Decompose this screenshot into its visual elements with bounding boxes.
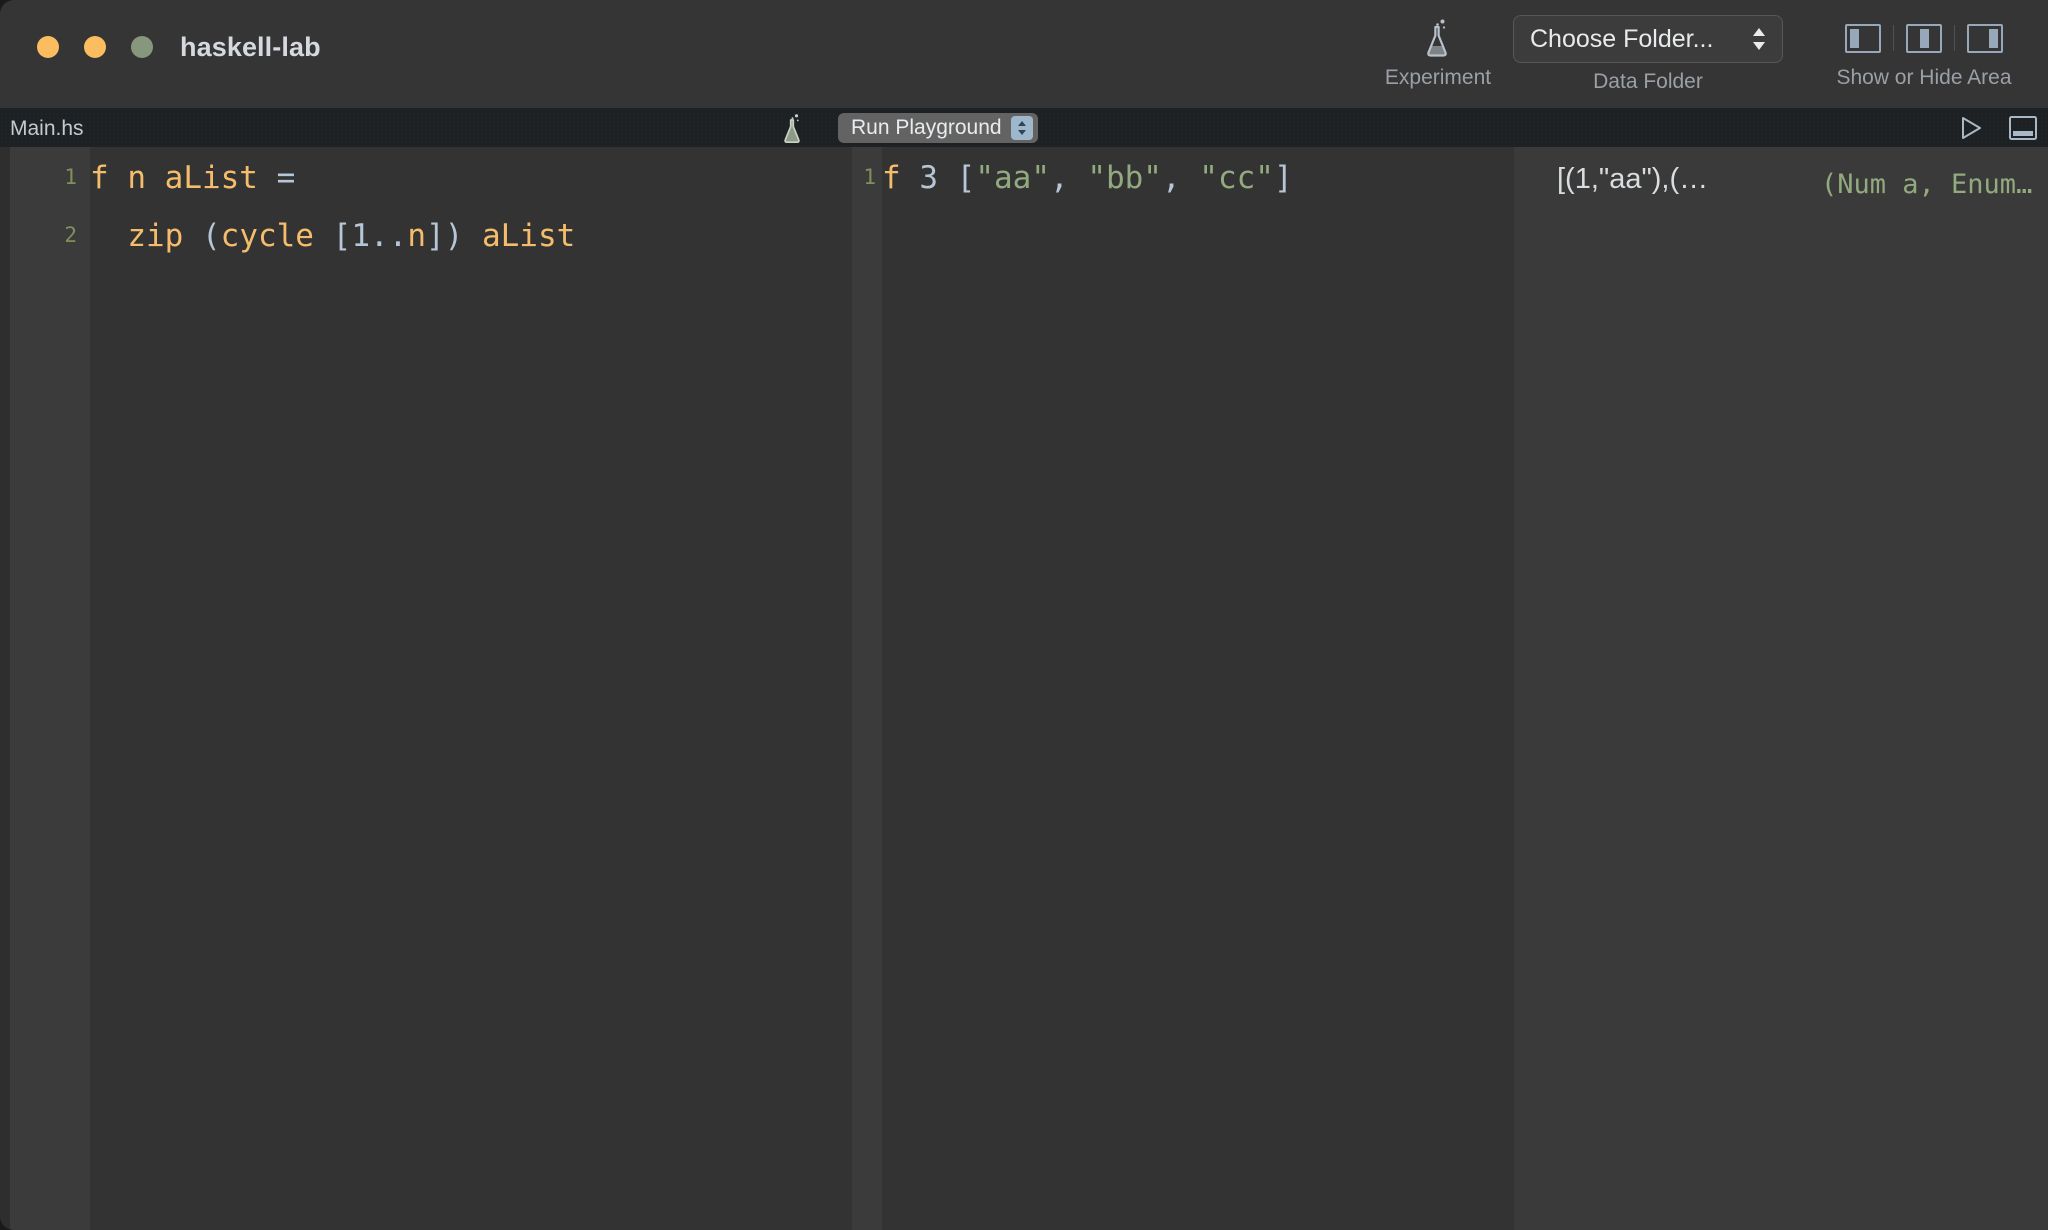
code-token: zip [90, 218, 202, 254]
run-playground-label: Run Playground [851, 116, 1002, 139]
toolbar-group-show-hide-area: Show or Hide Area [1800, 17, 2048, 90]
playground-line-numbers: 1 [852, 147, 882, 223]
chevron-up-down-icon [1748, 24, 1770, 54]
flask-icon[interactable] [1423, 17, 1453, 59]
pane-divider-playground-results[interactable] [1452, 147, 1514, 1230]
code-line: f n aList = [90, 160, 752, 218]
result-row: [(1,"aa"),(… (Num a, Enum… [1514, 147, 2048, 211]
pane-divider-editor-playground[interactable] [752, 147, 852, 1230]
result-type[interactable]: (Num a, Enum… [1821, 169, 2032, 200]
code-token: cycle [220, 218, 333, 254]
code-token: f n aList [90, 160, 277, 196]
data-folder-selected-value: Choose Folder... [1530, 24, 1714, 53]
workspace-panes: 12 f n aList = zip (cycle [1.. n]) aList … [0, 147, 2048, 1230]
data-folder-select[interactable]: Choose Folder... [1513, 15, 1783, 63]
experiment-label: Experiment [1384, 66, 1492, 89]
app-window: haskell-lab Experiment Choose Folder... [0, 0, 2048, 1230]
line-number: 1 [863, 165, 876, 189]
playground-code-area[interactable]: f 3 ["aa", "bb", "cc"] [882, 147, 1452, 1230]
traffic-light-group [37, 36, 153, 58]
code-token: , [1049, 160, 1088, 196]
line-number: 2 [64, 223, 77, 247]
tab-main-hs[interactable]: Main.hs [10, 117, 84, 141]
line-number: 1 [64, 165, 77, 189]
code-line: f 3 ["aa", "bb", "cc"] [882, 160, 1452, 218]
zoom-window-button[interactable] [131, 36, 153, 58]
show-hide-area-label: Show or Hide Area [1836, 66, 2012, 89]
source-editor-pane: 12 f n aList = zip (cycle [1.. n]) aList [0, 147, 752, 1230]
code-token: .. [369, 218, 408, 254]
code-token: [ [938, 160, 976, 196]
toolbar-group-data-folder: Choose Folder... Data Folder [1513, 15, 1783, 94]
code-line: zip (cycle [1.. n]) aList [90, 218, 752, 276]
editor-code-lines: f n aList = zip (cycle [1.. n]) aList [90, 147, 752, 276]
editor-line-numbers: 12 [0, 147, 90, 281]
result-value[interactable]: [(1,"aa"),(… [1557, 163, 1708, 196]
results-pane: [(1,"aa"),(… (Num a, Enum… [1514, 147, 2048, 1230]
code-token: ] [1273, 160, 1293, 196]
window-title: haskell-lab [180, 32, 321, 62]
code-token: "aa" [975, 160, 1050, 196]
toggle-right-panel-icon[interactable] [1955, 17, 2015, 59]
tabbar-right-controls [1954, 112, 2040, 143]
code-token: "bb" [1087, 160, 1162, 196]
toggle-center-panel-icon[interactable] [1894, 17, 1954, 59]
editor-code-area[interactable]: f n aList = zip (cycle [1.. n]) aList [90, 147, 752, 1230]
close-window-button[interactable] [37, 36, 59, 58]
editor-line-number-gutter: 12 [0, 147, 90, 1230]
run-playground-button[interactable]: Run Playground [838, 113, 1038, 143]
toggle-left-panel-icon[interactable] [1833, 17, 1893, 59]
code-token: "cc" [1199, 160, 1274, 196]
code-token: 3 [919, 160, 938, 196]
code-token: f [882, 160, 920, 196]
minimize-window-button[interactable] [84, 36, 106, 58]
chevron-up-down-icon[interactable] [1010, 116, 1033, 140]
code-token: = [276, 160, 296, 196]
editor-tabbar: Main.hs Run Playground [0, 108, 2048, 147]
playground-pane: 1 f 3 ["aa", "bb", "cc"] [852, 147, 1452, 1230]
flask-icon[interactable] [781, 113, 805, 149]
data-folder-label: Data Folder [1593, 70, 1703, 93]
code-token: , [1161, 160, 1200, 196]
run-triangle-icon[interactable] [1954, 112, 1988, 143]
toggle-bottom-panel-icon[interactable] [2006, 112, 2040, 143]
code-token: [ [332, 218, 352, 254]
code-token: aList [463, 218, 576, 254]
playground-code-lines: f 3 ["aa", "bb", "cc"] [882, 147, 1452, 218]
playground-line-number-gutter: 1 [852, 147, 882, 1230]
code-token: 1 [351, 218, 370, 254]
code-token: ]) [425, 218, 464, 254]
code-token: n [407, 218, 426, 254]
titlebar: haskell-lab Experiment Choose Folder... [0, 0, 2048, 108]
left-edge-strip [0, 147, 10, 1230]
code-token: ( [201, 218, 221, 254]
toolbar-group-experiment[interactable]: Experiment [1358, 17, 1518, 90]
